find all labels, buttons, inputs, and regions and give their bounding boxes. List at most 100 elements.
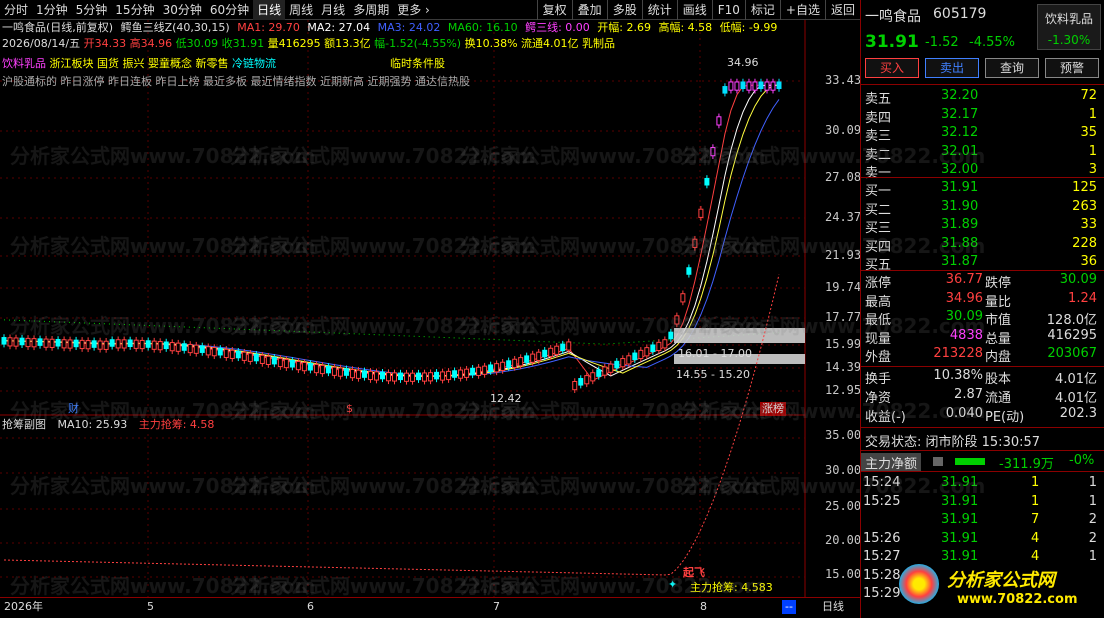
concept-tag[interactable]: 浙江板块 xyxy=(50,57,94,70)
candle-body xyxy=(73,339,79,348)
concept-tag[interactable]: 新零售 xyxy=(196,57,229,70)
limit-up-mark[interactable]: 涨榜 xyxy=(760,402,786,416)
stat-row: 净资 2.87 流通 4.01亿 xyxy=(865,387,1097,406)
tick-row: 15:24 31.91 1 1 xyxy=(863,475,1097,490)
candle-body xyxy=(301,362,307,372)
mark-button[interactable]: 标记 xyxy=(744,0,780,20)
candle-body xyxy=(265,355,271,366)
bar-industry: 乳制品 xyxy=(582,37,616,50)
finance-mark[interactable]: 财 xyxy=(68,402,79,416)
tab-more[interactable]: 更多 › xyxy=(393,0,434,20)
candle-body xyxy=(307,363,313,371)
candle-body xyxy=(632,352,638,361)
concept-tag[interactable]: 振兴 xyxy=(123,57,145,70)
candle-body xyxy=(644,347,650,357)
candle-body xyxy=(524,355,530,363)
tab-daily[interactable]: 日线 xyxy=(253,0,286,20)
tab-60min[interactable]: 60分钟 xyxy=(206,0,253,20)
add-watchlist-button[interactable]: +自选 xyxy=(779,0,825,20)
sell-level-row: 卖四 32.17 1 xyxy=(865,106,1097,126)
net-label: 主力净额 xyxy=(861,453,922,472)
candle-body xyxy=(662,339,668,349)
candle-body xyxy=(139,339,145,350)
ma3-value: MA3: 24.02 xyxy=(377,21,441,34)
candle-body xyxy=(163,341,169,350)
candle-body xyxy=(758,81,764,90)
candle-body xyxy=(698,208,704,218)
candle-body xyxy=(560,343,566,352)
axis-tick: 20.00 xyxy=(825,533,862,547)
concept-tag[interactable]: 国货 xyxy=(97,57,119,70)
tab-monthly[interactable]: 月线 xyxy=(317,0,349,20)
net-value: -311.9万 xyxy=(999,457,1054,472)
candle-body xyxy=(283,358,289,369)
candle-body xyxy=(464,368,470,378)
price-row: 31.91 -1.52 -4.55% xyxy=(861,32,1104,54)
fuquan-button[interactable]: 复权 xyxy=(536,0,572,20)
sub-zl: 主力抢筹: 4.58 xyxy=(138,418,215,431)
back-button[interactable]: 返回 xyxy=(824,0,860,20)
candle-body xyxy=(470,367,476,376)
overlay-button[interactable]: 叠加 xyxy=(571,0,607,20)
tab-multi-period[interactable]: 多周期 xyxy=(349,0,393,20)
trade-state-row: 交易状态: 闭市阶段 15:30:57 xyxy=(861,431,1104,450)
candle-body xyxy=(121,339,127,349)
stats-button[interactable]: 统计 xyxy=(641,0,677,20)
candle-body xyxy=(367,370,373,381)
hot-tags: 沪股通标的 昨日涨停 昨日连板 昨日上榜 最近多板 最近情绪指数 近期新高 近期… xyxy=(2,75,470,88)
ma1-value: MA1: 29.70 xyxy=(237,21,300,34)
axis-tick: 35.00 xyxy=(825,428,862,442)
net-pct: -0% xyxy=(1069,453,1095,468)
tab-30min[interactable]: 30分钟 xyxy=(159,0,206,20)
tab-1min[interactable]: 1分钟 xyxy=(32,0,72,20)
stat-row: 换手 10.38% 股本 4.01亿 xyxy=(865,368,1097,387)
candle-body xyxy=(614,360,620,369)
candle-body xyxy=(55,338,61,347)
candle-body xyxy=(379,371,385,380)
date-tick: 6 xyxy=(307,600,314,613)
candle-body xyxy=(686,267,692,275)
concept-tag[interactable]: 饮料乳品 xyxy=(2,57,46,70)
sub-chart-header: 抢筹副图 MA10: 25.93 主力抢筹: 4.58 xyxy=(2,418,214,432)
price-zone-box-1 xyxy=(674,328,805,343)
buy-button[interactable]: 买入 xyxy=(865,58,919,78)
draw-line-button[interactable]: 画线 xyxy=(676,0,712,20)
candle-body xyxy=(410,372,416,382)
tab-weekly[interactable]: 周线 xyxy=(285,0,317,20)
concept-tag[interactable]: 婴童概念 xyxy=(148,57,192,70)
candle-body xyxy=(668,331,674,340)
candle-body xyxy=(542,349,548,358)
period-label[interactable]: 日线 xyxy=(822,600,844,614)
candle-body xyxy=(590,372,596,382)
f10-button[interactable]: F10 xyxy=(711,0,745,20)
candle-body xyxy=(716,116,722,126)
tick-row: 15:26 31.91 4 2 xyxy=(863,530,1097,546)
query-button[interactable]: 查询 xyxy=(985,58,1039,78)
candle-body xyxy=(458,369,464,379)
buy-level-row: 买一 31.91 125 xyxy=(865,180,1097,199)
candle-body xyxy=(500,361,506,371)
tab-fenshi[interactable]: 分时 xyxy=(0,0,32,20)
concept-tag[interactable]: 冷链物流 xyxy=(232,57,276,70)
candle-body xyxy=(578,378,584,386)
sell-button[interactable]: 卖出 xyxy=(925,58,979,78)
sell-level-row: 卖五 32.20 72 xyxy=(865,88,1097,107)
candle-body xyxy=(446,370,452,381)
tab-5min[interactable]: 5分钟 xyxy=(72,0,112,20)
candle-body xyxy=(133,339,139,349)
dividend-mark[interactable]: $ xyxy=(346,402,353,416)
multi-stock-button[interactable]: 多股 xyxy=(606,0,642,20)
tab-15min[interactable]: 15分钟 xyxy=(111,0,158,20)
box2-label: 14.55 - 15.20 xyxy=(676,368,750,381)
candle-body xyxy=(770,81,776,91)
candle-body xyxy=(398,372,404,381)
stat-row: 现量 4838 总量 416295 xyxy=(865,327,1097,347)
candle-body xyxy=(704,177,710,186)
kline-chart[interactable] xyxy=(0,20,860,597)
candle-body xyxy=(19,337,25,346)
candle-body xyxy=(422,372,428,382)
candle-body xyxy=(337,367,343,377)
candle-body xyxy=(638,349,644,360)
net-bar xyxy=(955,458,985,465)
alert-button[interactable]: 预警 xyxy=(1045,58,1099,78)
